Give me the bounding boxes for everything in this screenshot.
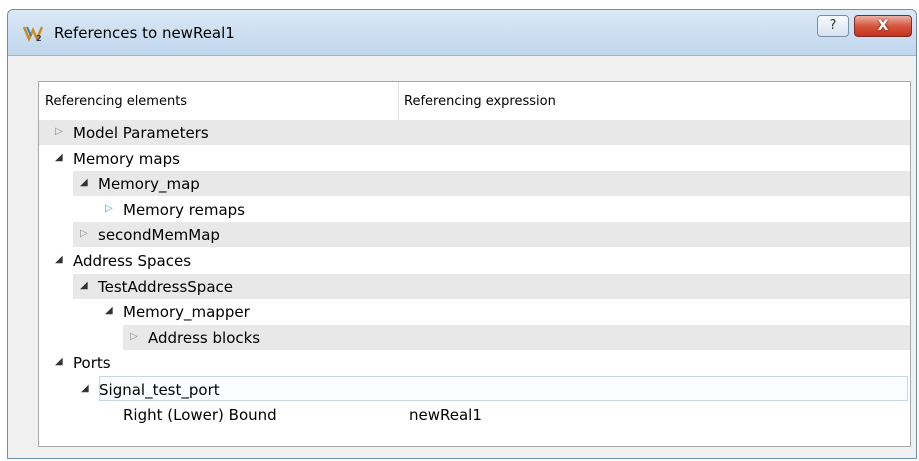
references-tree[interactable]: Referencing elements Referencing express… xyxy=(38,81,911,447)
collapsed-triangle-icon[interactable]: ▷ xyxy=(80,227,88,241)
tree-row[interactable]: ◢ Address Spaces xyxy=(39,248,910,273)
close-icon: X xyxy=(877,18,889,34)
tree-row-label: Memory remaps xyxy=(123,200,245,219)
tree-row[interactable]: ◢ Signal_test_port xyxy=(81,376,908,401)
tree-row[interactable]: ◢ TestAddressSpace xyxy=(73,273,910,299)
column-header-referencing-elements[interactable]: Referencing elements xyxy=(45,94,187,109)
column-divider[interactable] xyxy=(398,82,399,120)
tree-row[interactable]: ◢ Memory maps xyxy=(39,146,910,171)
title-bar[interactable]: 2 References to newReal1 ? X xyxy=(8,10,916,56)
expanded-triangle-icon[interactable]: ◢ xyxy=(80,279,88,293)
tree-row-label: Address Spaces xyxy=(73,252,192,270)
tree-row[interactable]: ▷ secondMemMap xyxy=(73,222,910,248)
window-title: References to newReal1 xyxy=(54,24,235,42)
tree-row[interactable]: ▷ Memory remaps xyxy=(39,197,910,222)
tree-row[interactable]: ◢ Ports xyxy=(39,350,910,375)
svg-text:2: 2 xyxy=(36,34,42,42)
expanded-triangle-icon[interactable]: ◢ xyxy=(81,382,89,396)
tree-row-label: Ports xyxy=(73,354,111,373)
collapsed-triangle-icon[interactable]: ▷ xyxy=(130,330,138,344)
expanded-triangle-icon[interactable]: ◢ xyxy=(80,176,88,190)
expanded-triangle-icon[interactable]: ◢ xyxy=(55,355,63,369)
tree-row[interactable]: Right (Lower) Bound newReal1 xyxy=(39,402,910,427)
tree-row[interactable]: ◢ Memory_map xyxy=(73,171,910,197)
help-button-label: ? xyxy=(829,18,837,33)
references-dialog: 2 References to newReal1 ? X Referencing… xyxy=(7,9,917,459)
tree-row-label: Right (Lower) Bound xyxy=(123,405,277,424)
tree-row-label: Memory_mapper xyxy=(123,303,250,322)
close-button[interactable]: X xyxy=(854,15,912,37)
tree-row-expression: newReal1 xyxy=(409,405,482,424)
tree-row[interactable]: ◢ Memory_mapper xyxy=(39,299,910,324)
tree-row[interactable]: ▷ Address blocks xyxy=(123,324,910,350)
tree-row-label: TestAddressSpace xyxy=(98,277,233,296)
tree-row-label: Model Parameters xyxy=(73,124,209,142)
kactus-logo-icon: 2 xyxy=(22,26,44,42)
tree-row-label: Memory_map xyxy=(98,175,200,194)
tree-row-label: Signal_test_port xyxy=(99,381,220,399)
expanded-triangle-icon[interactable]: ◢ xyxy=(55,151,63,165)
tree-header: Referencing elements Referencing express… xyxy=(39,82,910,121)
collapsed-triangle-icon[interactable]: ▷ xyxy=(55,125,63,139)
column-header-referencing-expression[interactable]: Referencing expression xyxy=(404,94,556,109)
expanded-triangle-icon[interactable]: ◢ xyxy=(105,304,113,318)
tree-row[interactable]: ▷ Model Parameters xyxy=(39,120,910,145)
collapsed-triangle-icon[interactable]: ▷ xyxy=(105,202,113,216)
expanded-triangle-icon[interactable]: ◢ xyxy=(55,253,63,267)
tree-row-label: Address blocks xyxy=(148,328,261,347)
tree-row-label: secondMemMap xyxy=(98,226,220,245)
help-button[interactable]: ? xyxy=(817,15,849,37)
tree-row-label: Memory maps xyxy=(73,149,180,168)
